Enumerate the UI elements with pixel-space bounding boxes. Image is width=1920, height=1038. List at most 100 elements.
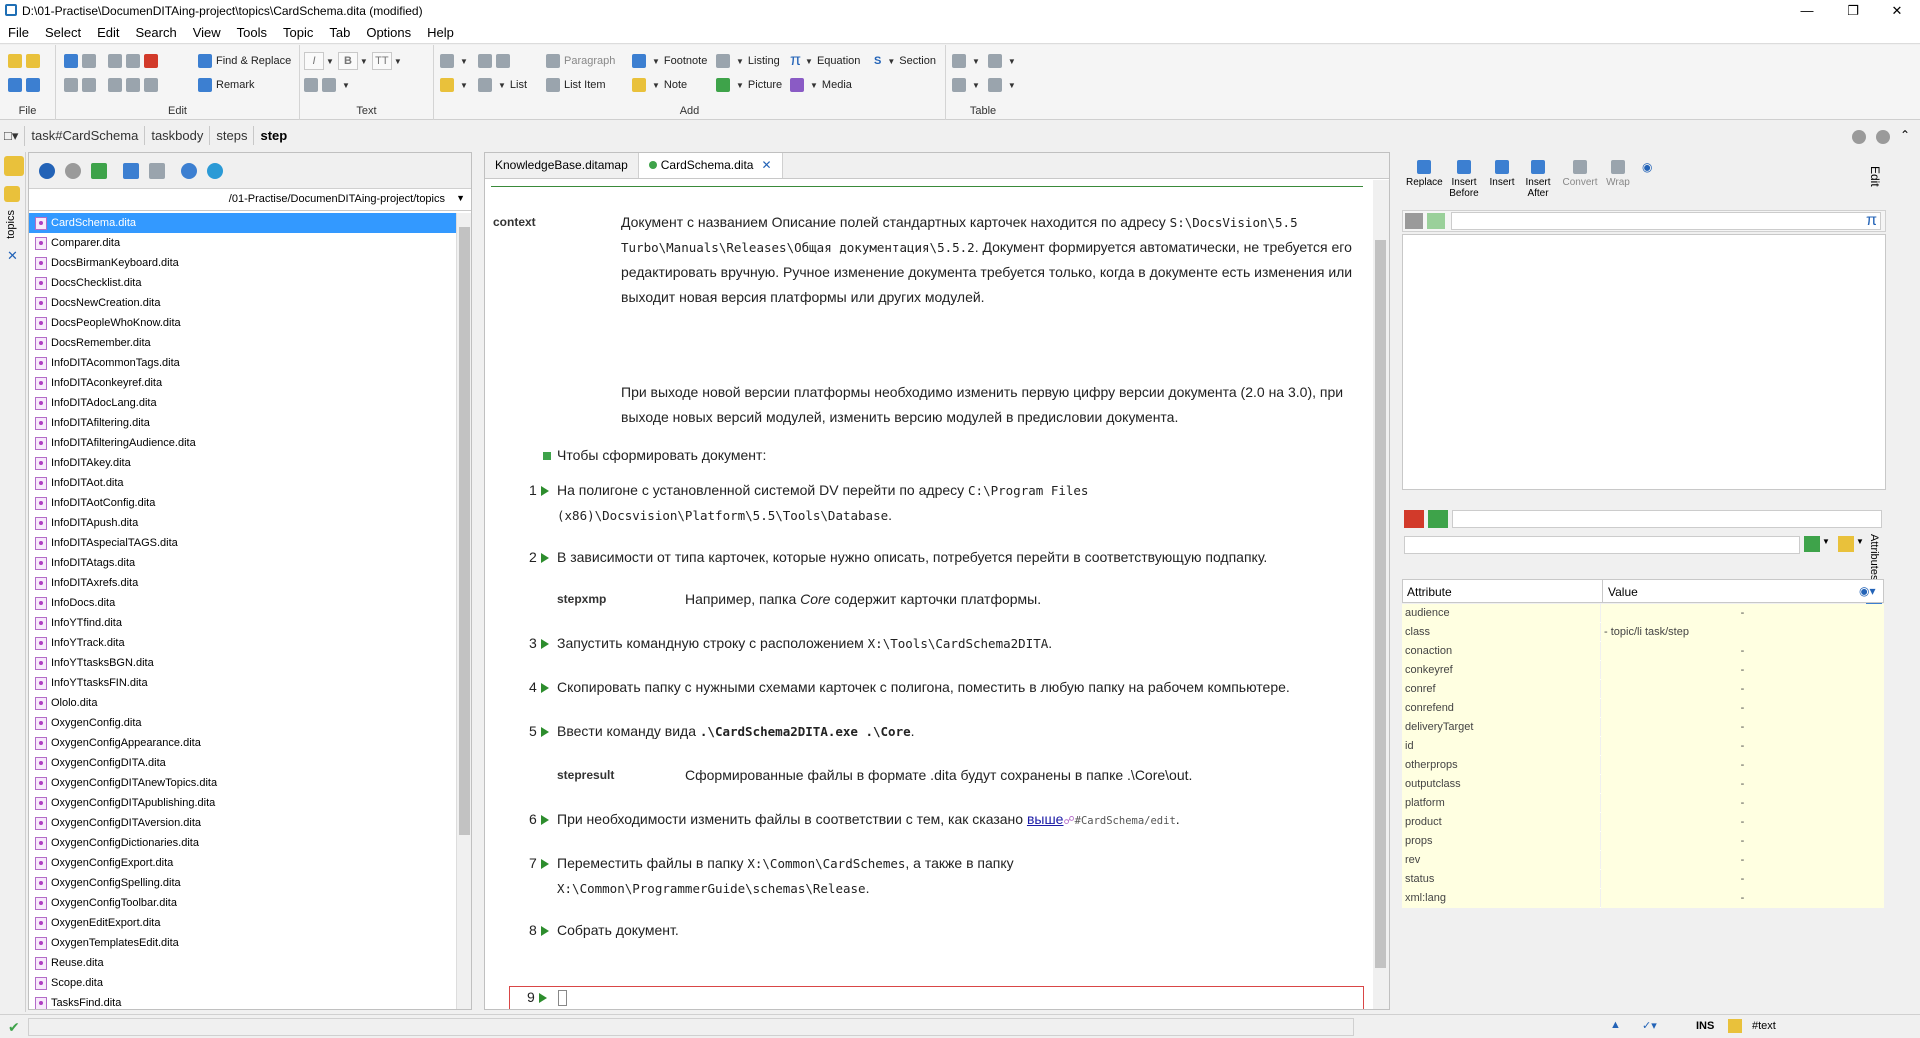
- add-attr-icon[interactable]: [1804, 536, 1820, 552]
- menu-help[interactable]: Help: [419, 22, 462, 40]
- menu-file[interactable]: File: [0, 22, 37, 40]
- attribute-row[interactable]: conaction -: [1402, 642, 1884, 661]
- attribute-value[interactable]: -: [1601, 680, 1884, 699]
- paragraph-button[interactable]: Paragraph: [546, 51, 615, 71]
- picture-button[interactable]: ▼ Picture: [716, 75, 782, 95]
- file-list-item[interactable]: OxygenConfigAppearance.dita: [29, 733, 456, 753]
- attribute-value[interactable]: -: [1601, 813, 1884, 832]
- attr-value-input[interactable]: [1452, 510, 1882, 528]
- attribute-row[interactable]: props -: [1402, 832, 1884, 851]
- attribute-row[interactable]: conkeyref -: [1402, 661, 1884, 680]
- file-list-item[interactable]: OxygenEditExport.dita: [29, 913, 456, 933]
- table-icon[interactable]: [952, 54, 966, 68]
- file-list-item[interactable]: OxygenConfig.dita: [29, 713, 456, 733]
- editor-content[interactable]: context Документ с названием Описание по…: [485, 180, 1371, 1009]
- new-file-icon[interactable]: [8, 54, 22, 68]
- attribute-row[interactable]: outputclass -: [1402, 775, 1884, 794]
- attribute-row[interactable]: platform -: [1402, 794, 1884, 813]
- tab-knowledgebase[interactable]: KnowledgeBase.ditamap: [485, 153, 639, 178]
- file-list-item[interactable]: DocsChecklist.dita: [29, 273, 456, 293]
- topics-side-label[interactable]: topics: [5, 210, 17, 239]
- file-list-item[interactable]: InfoDITAspecialTAGS.dita: [29, 533, 456, 553]
- breadcrumb-root-icon[interactable]: □▾: [0, 126, 26, 146]
- table-props-dropdown-icon[interactable]: ▼: [1008, 57, 1016, 66]
- file-list-item[interactable]: OxygenConfigToolbar.dita: [29, 893, 456, 913]
- italic-dropdown-icon[interactable]: ▼: [326, 57, 334, 66]
- file-list-item[interactable]: CardSchema.dita: [29, 213, 456, 233]
- file-list-item[interactable]: OxygenTemplatesEdit.dita: [29, 933, 456, 953]
- nav-forward-icon[interactable]: [1876, 130, 1890, 144]
- attribute-value[interactable]: -: [1601, 699, 1884, 718]
- breadcrumb-item[interactable]: step: [254, 126, 293, 145]
- breadcrumb-item[interactable]: steps: [210, 126, 255, 145]
- file-list-item[interactable]: Comparer.dita: [29, 233, 456, 253]
- insert-button[interactable]: Insert: [1486, 160, 1518, 188]
- eye-icon[interactable]: ◉▾: [1859, 584, 1876, 598]
- attribute-value[interactable]: - topic/li task/step: [1601, 623, 1884, 642]
- file-list-item[interactable]: InfoDITAfiltering.dita: [29, 413, 456, 433]
- confirm-icon[interactable]: [1427, 213, 1445, 229]
- menu-edit[interactable]: Edit: [89, 22, 127, 40]
- maximize-button[interactable]: ❐: [1830, 0, 1876, 22]
- footnote-button[interactable]: ▼ Footnote: [632, 51, 707, 71]
- file-list-item[interactable]: DocsBirmanKeyboard.dita: [29, 253, 456, 273]
- back-icon[interactable]: [39, 162, 55, 179]
- preview-icon[interactable]: [181, 162, 197, 179]
- clipboard-icon[interactable]: [144, 78, 158, 92]
- insert-before-button[interactable]: Insert Before: [1446, 160, 1482, 199]
- bold-dropdown-icon[interactable]: ▼: [360, 57, 368, 66]
- paste-special-icon[interactable]: [126, 78, 140, 92]
- file-list-item[interactable]: DocsPeopleWhoKnow.dita: [29, 313, 456, 333]
- list-button[interactable]: ▼ List: [478, 75, 527, 95]
- dm-toggle-icon[interactable]: [4, 156, 24, 176]
- file-list-item[interactable]: TasksFind.dita: [29, 993, 456, 1009]
- accept-attr-icon[interactable]: [1428, 510, 1448, 528]
- undo-icon[interactable]: [64, 54, 78, 68]
- delete-icon[interactable]: [144, 54, 158, 68]
- file-list-item[interactable]: OxygenConfigSpelling.dita: [29, 873, 456, 893]
- attribute-row[interactable]: product -: [1402, 813, 1884, 832]
- cancel-attr-icon[interactable]: [1404, 510, 1424, 528]
- file-list-item[interactable]: OxygenConfigDictionaries.dita: [29, 833, 456, 853]
- column-dropdown-icon[interactable]: ▼: [1008, 81, 1016, 90]
- file-list-item[interactable]: DocsRemember.dita: [29, 333, 456, 353]
- file-list-item[interactable]: InfoDITAdocLang.dita: [29, 393, 456, 413]
- attribute-row[interactable]: conref -: [1402, 680, 1884, 699]
- folder-icon[interactable]: [4, 186, 20, 202]
- refresh-icon[interactable]: [207, 162, 223, 179]
- open-file-icon[interactable]: [26, 54, 40, 68]
- menu-options[interactable]: Options: [358, 22, 419, 40]
- menu-select[interactable]: Select: [37, 22, 89, 40]
- attribute-row[interactable]: status -: [1402, 870, 1884, 889]
- attribute-row[interactable]: id -: [1402, 737, 1884, 756]
- chevron-down-icon[interactable]: ▼: [456, 193, 465, 203]
- element-filter-input[interactable]: [1451, 212, 1881, 230]
- xref-link[interactable]: выше: [1027, 811, 1064, 827]
- image-dropdown-icon[interactable]: ▼: [460, 81, 468, 90]
- active-step-box[interactable]: 9: [509, 986, 1364, 1009]
- attribute-value[interactable]: -: [1601, 661, 1884, 680]
- file-list-item[interactable]: InfoDITAotConfig.dita: [29, 493, 456, 513]
- column-icon[interactable]: [987, 78, 1002, 92]
- tab-cardschema[interactable]: CardSchema.dita ✕: [638, 153, 783, 178]
- path-selector[interactable]: /01-Practise/DocumenDITAing-project/topi…: [29, 189, 471, 211]
- cut-icon[interactable]: [126, 54, 140, 68]
- remark-button[interactable]: Remark: [198, 75, 255, 95]
- wrap-button[interactable]: Wrap: [1602, 160, 1634, 188]
- tt-dropdown-icon[interactable]: ▼: [394, 57, 402, 66]
- note-button[interactable]: ▼ Note: [632, 75, 687, 95]
- attributes-side-tab[interactable]: Attributes: [1868, 534, 1880, 580]
- breadcrumb-item[interactable]: task#CardSchema: [25, 126, 146, 145]
- outdent-icon[interactable]: [496, 54, 510, 68]
- file-list-item[interactable]: InfoYTtasksBGN.dita: [29, 653, 456, 673]
- spell-icon[interactable]: [82, 78, 96, 92]
- font-size-icon[interactable]: [322, 78, 336, 92]
- save-icon[interactable]: [8, 78, 22, 92]
- attribute-row[interactable]: class - topic/li task/step: [1402, 623, 1884, 642]
- close-tab-icon[interactable]: ✕: [761, 158, 771, 172]
- nav-back-icon[interactable]: [1852, 130, 1866, 144]
- attribute-value[interactable]: -: [1601, 775, 1884, 794]
- attribute-value[interactable]: -: [1601, 737, 1884, 756]
- link-icon[interactable]: [440, 54, 454, 68]
- close-button[interactable]: ✕: [1874, 0, 1920, 22]
